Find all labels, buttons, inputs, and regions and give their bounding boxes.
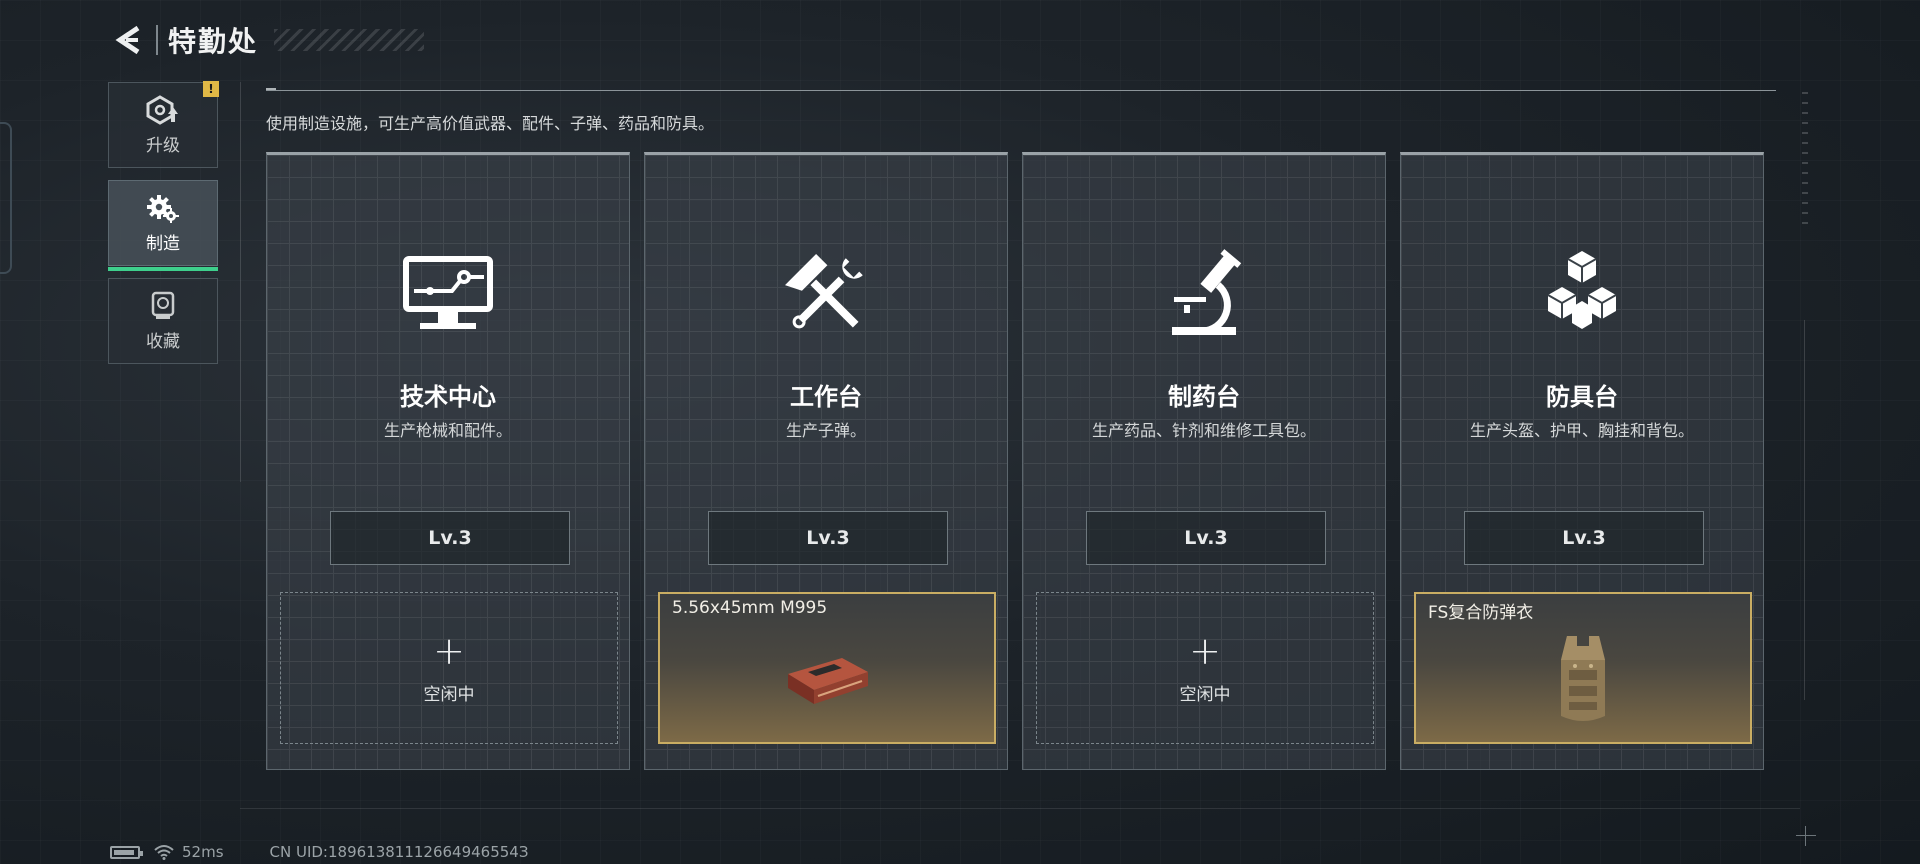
facility-description: 生产药品、针剂和维修工具包。 — [1091, 421, 1316, 440]
facility-card-workbench[interactable]: 工作台 生产子弹。 Lv.3 5.56x45mm M995 — [644, 152, 1008, 770]
wifi-icon — [154, 844, 174, 860]
back-arrow-icon — [115, 25, 140, 55]
facility-name: 防具台 — [1546, 383, 1618, 411]
section-rule — [266, 88, 1776, 91]
facility-description: 生产枪械和配件。 — [383, 421, 512, 440]
facility-level[interactable]: Lv.3 — [708, 511, 948, 565]
sidebar-item-label: 制造 — [146, 233, 180, 254]
gear-manufacture-icon — [147, 194, 179, 223]
section-description: 使用制造设施，可生产高价值武器、配件、子弹、药品和防具。 — [266, 114, 715, 133]
sidebar-divider — [240, 82, 241, 482]
upgrade-icon — [146, 94, 178, 125]
page-title: 特勤处 — [168, 25, 259, 58]
ping-value: 52ms — [182, 843, 224, 861]
title-decoration — [274, 29, 425, 51]
facility-level[interactable]: Lv.3 — [1464, 511, 1704, 565]
production-slot-active[interactable]: FS复合防弹衣 — [1414, 592, 1752, 744]
ammo-box-icon — [772, 630, 882, 730]
back-button[interactable] — [108, 19, 150, 61]
production-slot-idle[interactable]: + 空闲中 — [1036, 592, 1374, 744]
facility-name: 制药台 — [1168, 383, 1240, 411]
producing-item-name: FS复合防弹衣 — [1428, 603, 1534, 623]
facility-card-tech-center[interactable]: 技术中心 生产枪械和配件。 Lv.3 + 空闲中 — [266, 152, 630, 770]
facility-description: 生产子弹。 — [785, 421, 866, 440]
facility-level[interactable]: Lv.3 — [1086, 511, 1326, 565]
body-armor-icon — [1528, 630, 1638, 730]
header-divider — [156, 25, 158, 55]
facility-description: 生产头盔、护甲、胸挂和背包。 — [1469, 421, 1694, 440]
collection-icon — [151, 291, 175, 319]
edge-drawer-handle[interactable] — [0, 122, 12, 274]
facility-level[interactable]: Lv.3 — [330, 511, 570, 565]
producing-item-name: 5.56x45mm M995 — [672, 598, 828, 618]
facility-card-armor[interactable]: 防具台 生产头盔、护甲、胸挂和背包。 Lv.3 FS复合防弹衣 — [1400, 152, 1764, 770]
production-slot-idle[interactable]: + 空闲中 — [280, 592, 618, 744]
add-icon: + — [1189, 628, 1221, 673]
warning-badge: ! — [203, 81, 219, 97]
production-slot-active[interactable]: 5.56x45mm M995 — [658, 592, 996, 744]
sidebar-item-label: 升级 — [146, 135, 180, 156]
facility-name: 技术中心 — [400, 383, 496, 411]
sidebar-item-manufacture[interactable]: 制造 — [108, 180, 218, 271]
status-bar: 52ms CN UID:18961381112664946554З — [110, 843, 528, 861]
facility-name: 工作台 — [790, 383, 862, 411]
cubes-icon — [1530, 243, 1634, 347]
slot-status: 空闲中 — [423, 684, 475, 705]
side-line-decoration — [1804, 320, 1805, 700]
slot-status: 空闲中 — [1179, 684, 1231, 705]
add-icon: + — [433, 628, 465, 673]
battery-icon — [110, 845, 143, 859]
hammer-wrench-icon — [774, 243, 878, 347]
page-header: 特勤处 — [108, 18, 425, 62]
user-uid: CN UID:18961381112664946554З — [269, 843, 529, 861]
facility-card-pharmacy[interactable]: 制药台 生产药品、针剂和维修工具包。 Lv.3 + 空闲中 — [1022, 152, 1386, 770]
facility-cards: 技术中心 生产枪械和配件。 Lv.3 + 空闲中 工作台 生产子弹。 Lv.3 … — [266, 152, 1764, 770]
monitor-circuit-icon — [396, 243, 500, 347]
active-indicator — [108, 267, 218, 271]
bottom-line-decoration — [240, 808, 1800, 809]
sidebar: ! 升级 制造 收藏 — [108, 81, 220, 376]
sidebar-item-collection[interactable]: 收藏 — [108, 278, 218, 364]
side-ruler-decoration — [1802, 92, 1808, 232]
crosshair-decoration — [1796, 826, 1816, 846]
sidebar-item-upgrade[interactable]: ! 升级 — [108, 81, 219, 168]
microscope-icon — [1152, 243, 1256, 347]
sidebar-item-label: 收藏 — [146, 331, 180, 352]
